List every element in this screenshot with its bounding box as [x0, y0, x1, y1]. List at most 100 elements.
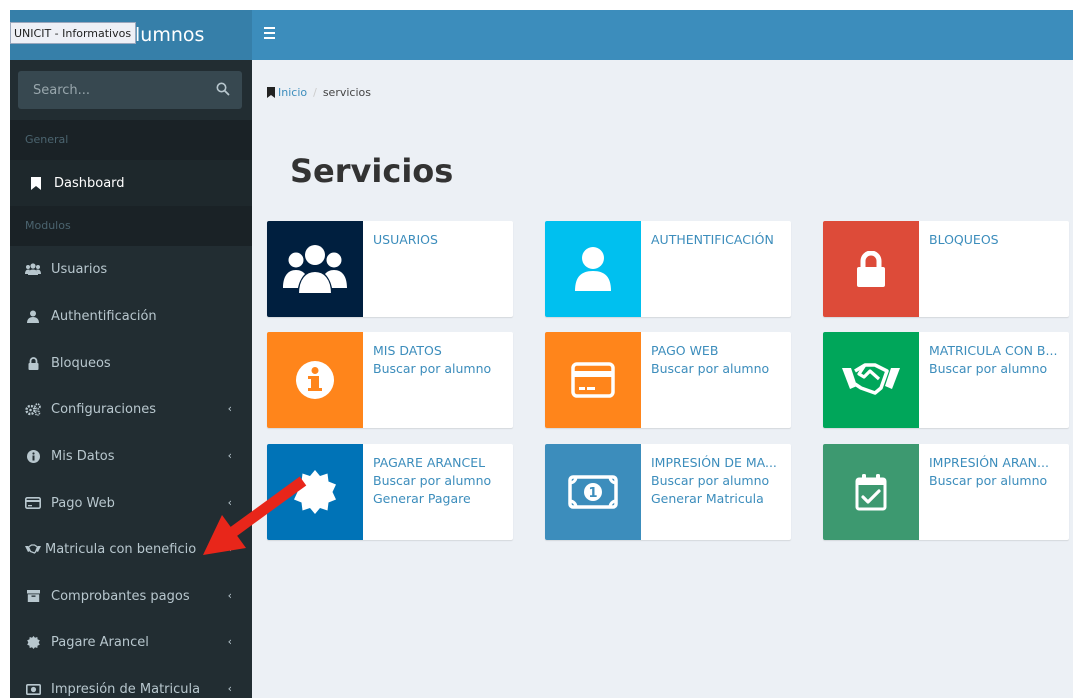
users-icon	[25, 262, 41, 276]
service-box-bloqueos[interactable]: BLOQUEOS	[823, 221, 1069, 317]
chevron-left-icon: ‹	[227, 635, 232, 648]
lock-icon	[823, 221, 919, 317]
bookmark-icon	[267, 87, 275, 98]
service-box-authentificacion[interactable]: AUTHENTIFICACIÓN	[545, 221, 791, 317]
sidebar-item-impresion-de-matricula[interactable]: Impresión de Matricula ‹	[10, 666, 252, 698]
sidebar-header-general: General	[10, 120, 252, 160]
box-body: PAGO WEB Buscar por alumno	[651, 342, 785, 378]
sidebar-item-label: Pago Web	[51, 495, 115, 511]
chevron-left-icon: ‹	[227, 402, 232, 415]
lock-icon	[25, 356, 41, 370]
app-title: lumnos	[135, 24, 205, 46]
breadcrumb-current: servicios	[322, 86, 371, 99]
box-body: PAGARE ARANCEL Buscar por alumno Generar…	[373, 454, 507, 508]
box-body: IMPRESIÓN DE MA... Buscar por alumno Gen…	[651, 454, 785, 508]
chevron-left-icon: ‹	[227, 542, 232, 555]
sidebar-item-label: Mis Datos	[51, 448, 115, 464]
box-title[interactable]: MIS DATOS	[373, 342, 507, 360]
credit-card-icon	[25, 496, 41, 510]
handshake-icon	[823, 332, 919, 428]
box-body: IMPRESIÓN ARAN... Buscar por alumno	[929, 454, 1063, 490]
gears-icon	[25, 402, 41, 416]
service-box-matricula-con-beneficio[interactable]: MATRICULA CON B... Buscar por alumno	[823, 332, 1069, 428]
info-icon	[267, 332, 363, 428]
sidebar-item-label: Usuarios	[51, 261, 108, 277]
hamburger-menu-icon[interactable]	[264, 24, 280, 44]
sidebar-item-bloqueos[interactable]: Bloqueos	[10, 340, 252, 386]
top-navbar	[252, 10, 1073, 60]
service-box-impresion-de-matricula[interactable]: 1 IMPRESIÓN DE MA... Buscar por alumno G…	[545, 444, 791, 540]
buscar-por-alumno-link[interactable]: Buscar por alumno	[373, 360, 507, 378]
sidebar-item-label: Pagare Arancel	[51, 634, 149, 650]
page-title: Servicios	[290, 152, 454, 190]
archive-icon	[25, 589, 41, 603]
buscar-por-alumno-link[interactable]: Buscar por alumno	[651, 360, 785, 378]
chevron-left-icon: ‹	[227, 449, 232, 462]
box-title[interactable]: AUTHENTIFICACIÓN	[651, 231, 785, 249]
chevron-left-icon: ‹	[227, 496, 232, 509]
tooltip-tag: UNICIT - Informativos	[10, 22, 137, 44]
search-input[interactable]	[18, 71, 208, 109]
service-box-impresion-arancel[interactable]: IMPRESIÓN ARAN... Buscar por alumno	[823, 444, 1069, 540]
sidebar-item-matricula-con-beneficio[interactable]: Matricula con beneficio ‹	[10, 526, 252, 572]
box-body: MIS DATOS Buscar por alumno	[373, 342, 507, 378]
search-box	[18, 71, 242, 109]
sidebar-item-label: Authentificación	[51, 308, 157, 324]
service-box-pagare-arancel[interactable]: PAGARE ARANCEL Buscar por alumno Generar…	[267, 444, 513, 540]
handshake-icon	[25, 542, 41, 556]
sidebar-item-comprobantes-pagos[interactable]: Comprobantes pagos ‹	[10, 573, 252, 619]
sidebar-item-label: Impresión de Matricula	[51, 681, 201, 697]
box-title[interactable]: IMPRESIÓN ARAN...	[929, 454, 1063, 472]
generar-pagare-link[interactable]: Generar Pagare	[373, 490, 507, 508]
sidebar-header-modulos: Modulos	[10, 206, 252, 246]
logo-bar[interactable]: lumnos UNICIT - Informativos	[10, 10, 252, 60]
breadcrumb: Inicio / servicios	[267, 86, 371, 99]
sidebar-item-pago-web[interactable]: Pago Web ‹	[10, 480, 252, 526]
breadcrumb-home-link[interactable]: Inicio	[278, 86, 307, 99]
sidebar-item-label: Dashboard	[54, 175, 125, 191]
sidebar-item-configuraciones[interactable]: Configuraciones ‹	[10, 386, 252, 432]
bookmark-icon	[28, 176, 44, 190]
sidebar-item-dashboard[interactable]: Dashboard	[10, 160, 252, 206]
box-title[interactable]: MATRICULA CON B...	[929, 342, 1063, 360]
main-content: Inicio / servicios Servicios USUARIOS AU…	[252, 60, 1073, 698]
service-box-usuarios[interactable]: USUARIOS	[267, 221, 513, 317]
certificate-icon	[267, 444, 363, 540]
breadcrumb-separator: /	[313, 86, 317, 99]
money-icon	[25, 682, 41, 696]
buscar-por-alumno-link[interactable]: Buscar por alumno	[929, 360, 1063, 378]
box-body: USUARIOS	[373, 231, 507, 249]
sidebar-item-authentificacion[interactable]: Authentificación	[10, 293, 252, 339]
buscar-por-alumno-link[interactable]: Buscar por alumno	[651, 472, 785, 490]
box-title[interactable]: PAGARE ARANCEL	[373, 454, 507, 472]
generar-matricula-link[interactable]: Generar Matricula	[651, 490, 785, 508]
certificate-icon	[25, 635, 41, 649]
credit-card-icon	[545, 332, 641, 428]
sidebar-item-label: Configuraciones	[51, 401, 156, 417]
sidebar-item-label: Comprobantes pagos	[51, 588, 190, 604]
sidebar-item-label: Matricula con beneficio	[45, 541, 197, 557]
sidebar-item-pagare-arancel[interactable]: Pagare Arancel ‹	[10, 619, 252, 665]
buscar-por-alumno-link[interactable]: Buscar por alumno	[373, 472, 507, 490]
svg-text:1: 1	[588, 486, 597, 501]
box-body: BLOQUEOS	[929, 231, 1063, 249]
box-body: AUTHENTIFICACIÓN	[651, 231, 785, 249]
box-body: MATRICULA CON B... Buscar por alumno	[929, 342, 1063, 378]
box-title[interactable]: USUARIOS	[373, 231, 507, 249]
user-icon	[545, 221, 641, 317]
search-icon[interactable]	[216, 82, 230, 96]
box-title[interactable]: BLOQUEOS	[929, 231, 1063, 249]
box-title[interactable]: PAGO WEB	[651, 342, 785, 360]
sidebar-item-label: Bloqueos	[51, 355, 111, 371]
sidebar-item-usuarios[interactable]: Usuarios	[10, 246, 252, 292]
service-box-pago-web[interactable]: PAGO WEB Buscar por alumno	[545, 332, 791, 428]
sidebar: General Dashboard Modulos Usuarios Authe…	[10, 60, 252, 698]
buscar-por-alumno-link[interactable]: Buscar por alumno	[929, 472, 1063, 490]
money-icon: 1	[545, 444, 641, 540]
chevron-left-icon: ‹	[227, 589, 232, 602]
box-title[interactable]: IMPRESIÓN DE MA...	[651, 454, 785, 472]
service-box-mis-datos[interactable]: MIS DATOS Buscar por alumno	[267, 332, 513, 428]
calendar-check-icon	[823, 444, 919, 540]
chevron-left-icon: ‹	[227, 682, 232, 695]
sidebar-item-mis-datos[interactable]: Mis Datos ‹	[10, 433, 252, 479]
